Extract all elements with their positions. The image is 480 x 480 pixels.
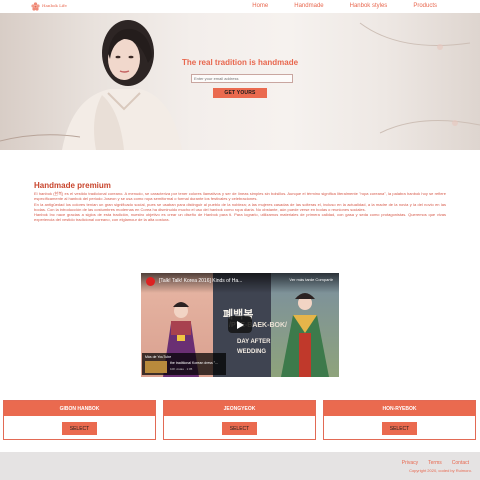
site-logo[interactable]: Hanbok Life bbox=[30, 1, 67, 12]
more-video-thumbnail[interactable] bbox=[145, 361, 167, 373]
nav-handmade[interactable]: Handmade bbox=[281, 0, 336, 13]
play-button[interactable] bbox=[228, 316, 252, 333]
footer-link-privacy[interactable]: Privacy bbox=[402, 460, 418, 466]
hero-banner: The real tradition is handmade GET YOURS bbox=[0, 13, 480, 150]
channel-avatar[interactable] bbox=[146, 277, 155, 286]
youtube-video-embed[interactable]: [Talk! Talk! Korea 2016] Kinds of Ha... … bbox=[141, 273, 339, 377]
card-title: JEONGYEOK bbox=[164, 401, 315, 416]
product-card-hon-ryebok: HON-RYEBOK SELECT bbox=[323, 400, 476, 440]
nav-home[interactable]: Home bbox=[239, 0, 281, 13]
about-paragraph: El hanbok (한복) es el vestido tradicional… bbox=[34, 191, 446, 202]
footer-link-contact[interactable]: Contact bbox=[452, 460, 469, 466]
more-video-meta: 10K vistas · 1:05 bbox=[170, 367, 193, 371]
footer-link-terms[interactable]: Terms bbox=[428, 460, 442, 466]
select-button[interactable]: SELECT bbox=[222, 422, 257, 435]
nav-hanbok-styles[interactable]: Hanbok styles bbox=[337, 0, 401, 13]
nav-products[interactable]: Products bbox=[400, 0, 450, 13]
main-nav: Home Handmade Hanbok styles Products bbox=[239, 0, 450, 13]
video-share-actions[interactable]: Ver más tarde Compartir bbox=[289, 277, 333, 282]
footer-links: Privacy Terms Contact bbox=[402, 460, 469, 466]
more-videos-label: Más de YouTube bbox=[145, 355, 172, 359]
site-footer: Privacy Terms Contact Copyright 2020, co… bbox=[0, 452, 480, 480]
video-overlay-line4: WEDDING bbox=[237, 349, 266, 355]
select-button[interactable]: SELECT bbox=[62, 422, 97, 435]
email-input[interactable] bbox=[191, 74, 293, 83]
card-title: GIBON HANBOK bbox=[4, 401, 155, 416]
get-yours-button[interactable]: GET YOURS bbox=[213, 88, 267, 98]
video-title[interactable]: [Talk! Talk! Korea 2016] Kinds of Ha... bbox=[159, 278, 242, 284]
more-videos-panel[interactable]: Más de YouTube the traditional Korean dr… bbox=[142, 353, 226, 375]
product-card-jeongyeok: JEONGYEOK SELECT bbox=[163, 400, 316, 440]
cherry-blossom-icon bbox=[31, 2, 40, 11]
about-paragraph: En la antigüedad los colores tenían un g… bbox=[34, 201, 446, 212]
select-button[interactable]: SELECT bbox=[382, 422, 417, 435]
site-header: Hanbok Life Home Handmade Hanbok styles … bbox=[0, 0, 480, 13]
card-title: HON-RYEBOK bbox=[324, 401, 475, 416]
section-title: Handmade premium bbox=[34, 181, 111, 190]
copyright-text: Copyright 2020, coded by Ruimoro. bbox=[409, 468, 472, 473]
product-card-gibon-hanbok: GIBON HANBOK SELECT bbox=[3, 400, 156, 440]
video-overlay-line3: DAY AFTER bbox=[237, 339, 271, 345]
about-text: El hanbok (한복) es el vestido tradicional… bbox=[34, 191, 446, 223]
play-icon bbox=[237, 320, 244, 329]
hero-title: The real tradition is handmade bbox=[182, 58, 299, 67]
logo-text: Hanbok Life bbox=[42, 3, 67, 8]
more-video-title[interactable]: the traditional Korean dress "... bbox=[170, 361, 218, 365]
about-paragraph: Hanbok Inc nace gracias a siglos de esta… bbox=[34, 212, 446, 223]
